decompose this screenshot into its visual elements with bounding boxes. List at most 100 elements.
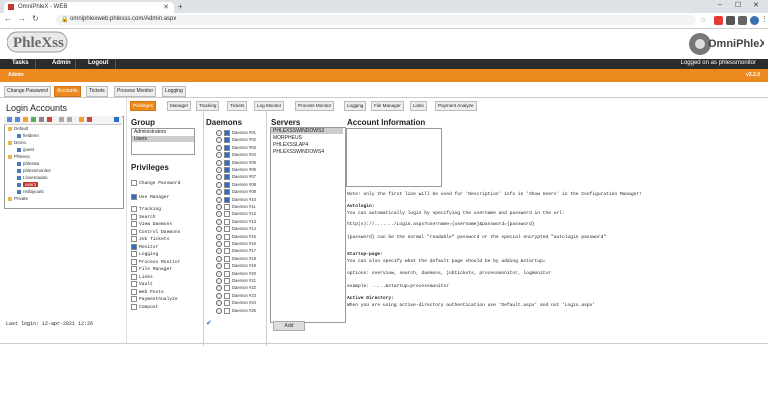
daemon-row[interactable]: Daemon #10 <box>216 196 256 203</box>
settings-icon[interactable] <box>79 117 84 122</box>
tab-change-password[interactable]: Change Password <box>4 86 51 97</box>
cut-icon[interactable] <box>59 117 64 122</box>
server-item[interactable]: PHLEXSSLAP4 <box>271 142 310 148</box>
maximize-icon[interactable]: ☐ <box>735 1 741 9</box>
privilege-option[interactable]: Tracking <box>131 206 161 212</box>
privilege-option[interactable]: Control Daemons <box>131 228 180 235</box>
daemon-checkbox[interactable] <box>224 241 230 247</box>
inner-tab[interactable]: Manager <box>167 101 192 111</box>
add-server-button[interactable]: Add <box>273 321 305 331</box>
daemon-row[interactable]: Daemon #08 <box>216 181 256 188</box>
account-description-textarea[interactable] <box>346 128 442 187</box>
daemon-radio[interactable] <box>216 292 222 299</box>
privilege-checkbox[interactable] <box>131 281 137 287</box>
daemon-radio[interactable] <box>216 152 222 159</box>
privilege-checkbox[interactable] <box>131 213 137 220</box>
daemon-row[interactable]: Daemon #12 <box>216 211 256 218</box>
extension-icon[interactable] <box>714 16 723 25</box>
privilege-checkbox[interactable] <box>131 251 137 257</box>
servers-list[interactable] <box>270 127 346 323</box>
daemon-row[interactable]: Daemon #22 <box>216 285 256 292</box>
daemon-row[interactable]: Daemon #24 <box>216 300 256 307</box>
daemon-radio[interactable] <box>216 159 222 166</box>
daemon-radio[interactable] <box>216 255 222 262</box>
daemon-radio[interactable] <box>216 233 222 240</box>
inner-tab[interactable]: Payment Analyze <box>435 101 477 111</box>
tab-process-monitor[interactable]: Process Monitor <box>114 86 157 97</box>
daemon-row[interactable]: Daemon #25 <box>216 307 256 314</box>
daemon-row[interactable]: Daemon #01 <box>216 130 256 136</box>
daemon-row[interactable]: Daemon #11 <box>216 204 256 210</box>
privilege-checkbox[interactable] <box>131 194 137 200</box>
tree-folder[interactable]: Private <box>8 196 28 201</box>
privilege-checkbox[interactable] <box>131 228 137 235</box>
daemon-checkbox[interactable] <box>224 218 230 225</box>
remove-icon[interactable] <box>87 117 92 122</box>
server-item[interactable]: MORPHEUS <box>271 135 304 141</box>
tree-user[interactable]: guest <box>17 147 34 152</box>
privilege-checkbox[interactable] <box>131 273 137 280</box>
daemon-row[interactable]: Daemon #21 <box>216 278 256 284</box>
inner-tab[interactable]: Tracking <box>196 101 220 111</box>
privilege-checkbox[interactable] <box>131 296 137 302</box>
daemon-checkbox[interactable] <box>224 211 230 218</box>
extension-icon[interactable] <box>726 16 735 25</box>
tree-folder[interactable]: Demo <box>8 140 26 145</box>
server-item[interactable]: PHLEXSSWINDOWS4 <box>271 149 326 155</box>
daemon-checkbox[interactable] <box>224 278 230 284</box>
privilege-checkbox[interactable] <box>131 258 137 265</box>
privilege-checkbox[interactable] <box>131 236 137 242</box>
group-list[interactable]: Administrators Users <box>131 128 195 155</box>
daemon-checkbox[interactable] <box>224 174 230 181</box>
daemon-checkbox[interactable] <box>224 255 230 262</box>
collapse-icon[interactable] <box>15 117 20 122</box>
check-all-icon[interactable]: ✔ <box>206 319 212 327</box>
daemon-checkbox[interactable] <box>224 233 230 240</box>
daemon-checkbox[interactable] <box>224 144 230 151</box>
daemon-checkbox[interactable] <box>224 159 230 166</box>
privilege-option[interactable]: Job Tickets <box>131 236 169 242</box>
daemon-checkbox[interactable] <box>224 226 230 233</box>
puzzle-icon[interactable] <box>738 16 747 25</box>
inner-tab[interactable]: Process Monitor <box>295 101 335 111</box>
daemon-radio[interactable] <box>216 226 222 233</box>
daemon-radio[interactable] <box>216 211 222 218</box>
browser-tab[interactable]: OmniPhleX - WEB ✕ <box>4 2 174 13</box>
filter-checkbox[interactable] <box>114 117 119 122</box>
daemon-checkbox[interactable] <box>224 300 230 307</box>
avatar[interactable] <box>750 16 759 25</box>
daemon-row[interactable]: Daemon #19 <box>216 263 256 270</box>
privilege-option[interactable]: Links <box>131 273 153 280</box>
tree-user[interactable]: redlayouts <box>17 189 44 194</box>
daemon-row[interactable]: Daemon #05 <box>216 159 256 166</box>
daemon-row[interactable]: Daemon #04 <box>216 152 256 159</box>
daemon-radio[interactable] <box>216 137 222 144</box>
privilege-checkbox[interactable] <box>131 221 137 227</box>
daemon-checkbox[interactable] <box>224 292 230 299</box>
tab-tickets[interactable]: Tickets <box>86 86 108 97</box>
daemon-row[interactable]: Daemon #03 <box>216 144 256 151</box>
daemon-radio[interactable] <box>216 241 222 247</box>
privilege-option[interactable]: File Manager <box>131 266 172 272</box>
privilege-checkbox[interactable] <box>131 288 137 295</box>
inner-tab[interactable]: Privileges <box>130 101 156 111</box>
daemon-row[interactable]: Daemon #23 <box>216 292 256 299</box>
privilege-option[interactable]: Compost <box>131 303 158 310</box>
tree-folder[interactable]: Default <box>8 126 28 131</box>
daemon-checkbox[interactable] <box>224 167 230 173</box>
privilege-option[interactable]: Monitor <box>131 243 158 250</box>
bookmark-star-icon[interactable]: ☆ <box>700 16 706 24</box>
privilege-checkbox[interactable] <box>131 243 137 250</box>
daemon-row[interactable]: Daemon #18 <box>216 255 256 262</box>
privilege-option[interactable]: PaymentAnalyze <box>131 296 178 302</box>
daemon-radio[interactable] <box>216 130 222 136</box>
inner-tab[interactable]: File Manager <box>371 101 404 111</box>
daemon-row[interactable]: Daemon #06 <box>216 167 256 173</box>
new-tab-icon[interactable]: + <box>178 2 183 11</box>
daemon-checkbox[interactable] <box>224 189 230 196</box>
daemon-checkbox[interactable] <box>224 137 230 144</box>
daemon-row[interactable]: Daemon #07 <box>216 174 256 181</box>
daemon-radio[interactable] <box>216 263 222 270</box>
server-item[interactable]: PHLEXSSWINDOWS3 <box>271 128 343 134</box>
privilege-option[interactable]: View Daemons <box>131 221 172 227</box>
